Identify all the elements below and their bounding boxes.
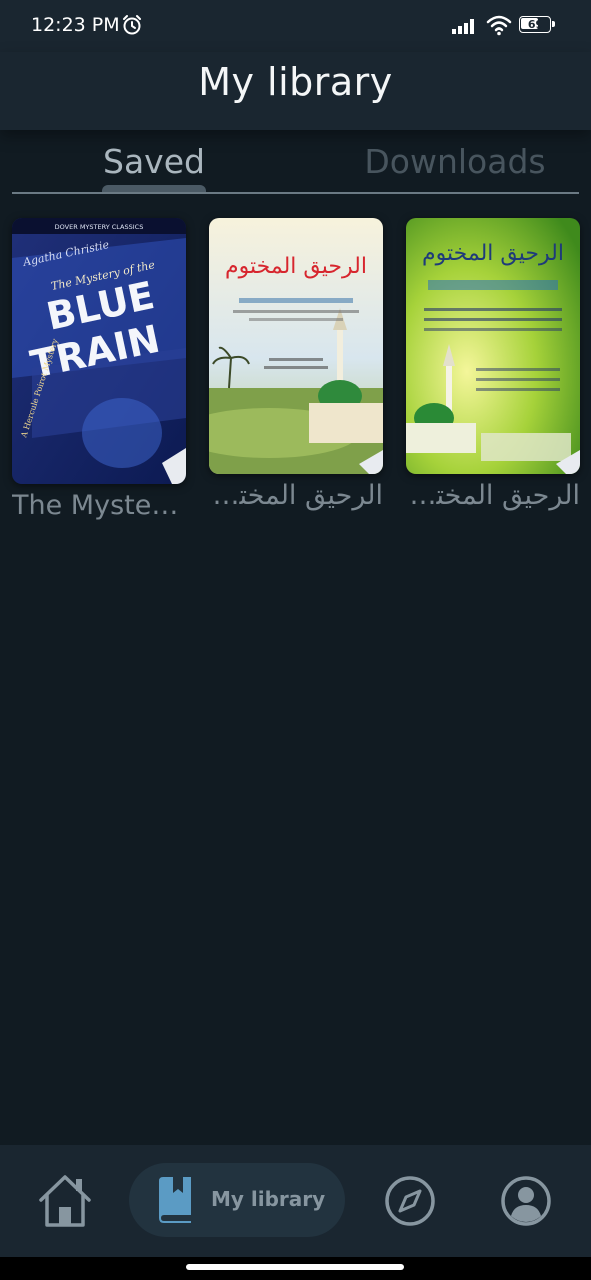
page-title: My library — [198, 60, 393, 104]
raheeq-green-cover-art: الرحيق المختوم — [406, 218, 580, 474]
book-card[interactable]: DOVER MYSTERY CLASSICS Agatha Christie T… — [12, 218, 186, 521]
book-title: The Mystery of the Blue Train — [12, 490, 186, 521]
tab-saved[interactable]: Saved — [74, 138, 234, 190]
book-icon — [159, 1177, 191, 1223]
blue-train-cover-art: DOVER MYSTERY CLASSICS Agatha Christie T… — [12, 218, 186, 484]
compass-icon — [385, 1176, 435, 1226]
nav-my-library[interactable]: My library — [129, 1163, 345, 1237]
nav-explore[interactable] — [375, 1145, 445, 1257]
tab-divider — [12, 192, 579, 194]
book-cover[interactable]: الرحيق المختوم — [406, 218, 580, 474]
book-title: الرحيق المختوم — [209, 480, 383, 511]
nav-my-library-label: My library — [211, 1187, 326, 1211]
book-card[interactable]: الرحيق المختوم الرحيق المختوم — [406, 218, 580, 511]
raheeq-cover-art: الرحيق المختوم — [209, 218, 383, 474]
profile-icon — [501, 1176, 551, 1226]
svg-text:الرحيق المختوم: الرحيق المختوم — [422, 241, 564, 266]
home-icon — [39, 1175, 91, 1227]
tab-downloads[interactable]: Downloads — [330, 138, 580, 190]
wifi-icon — [486, 15, 512, 36]
svg-text:الرحيق المختوم: الرحيق المختوم — [225, 254, 367, 279]
book-cover[interactable]: الرحيق المختوم — [209, 218, 383, 474]
svg-text:DOVER MYSTERY CLASSICS: DOVER MYSTERY CLASSICS — [55, 223, 144, 231]
book-cover[interactable]: DOVER MYSTERY CLASSICS Agatha Christie T… — [12, 218, 186, 484]
book-card[interactable]: الرحيق المختوم الرحيق المختوم — [209, 218, 383, 511]
library-tabs: Saved Downloads — [12, 138, 579, 196]
alarm-icon — [123, 15, 141, 35]
bottom-navigation: My library — [0, 1145, 591, 1257]
status-bar: 12:23 PM 69 — [0, 0, 591, 52]
nav-profile[interactable] — [490, 1145, 560, 1257]
home-gesture-bar[interactable] — [186, 1264, 404, 1270]
book-title: الرحيق المختوم — [406, 480, 580, 511]
signal-icon — [452, 19, 474, 34]
app-header: My library — [0, 52, 591, 130]
nav-home[interactable] — [30, 1145, 100, 1257]
battery-level: 69 — [527, 18, 544, 31]
battery-icon: 69 — [519, 16, 555, 33]
status-time: 12:23 PM — [31, 14, 120, 36]
